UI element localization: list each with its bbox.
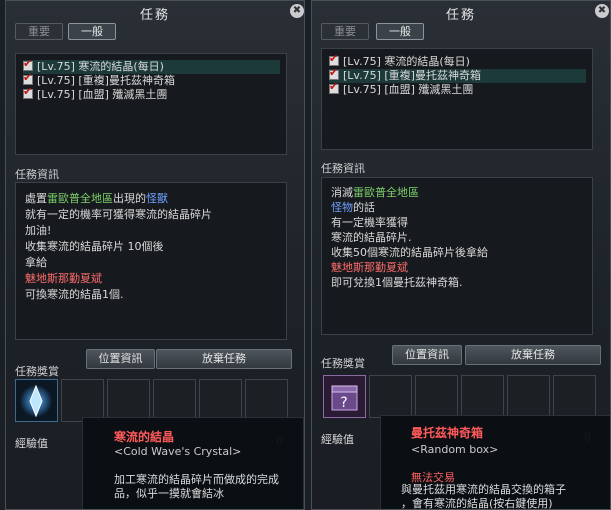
info-line: 處置雷歐普全地區出現的怪獸 <box>25 192 168 205</box>
item-tooltip: 曼托茲神奇箱 <Random box> 無法交易 與曼托茲用寒流的結晶交換的箱子… <box>380 415 610 510</box>
tab-important[interactable]: 重要 <box>15 23 63 40</box>
checkbox-icon[interactable] <box>23 85 33 99</box>
info-line: 可換寒流的結晶1個. <box>25 288 124 301</box>
exp-label: 經驗值 <box>321 433 354 446</box>
info-label: 任務資訊 <box>321 162 365 175</box>
checkbox-icon[interactable] <box>329 52 339 66</box>
location-button[interactable]: 位置資訊 <box>392 345 462 365</box>
quest-list: [Lv.75] 寒流的結晶(每日) [Lv.75] [重複]曼托茲神奇箱 [Lv… <box>321 48 593 150</box>
quest-item[interactable]: [Lv.75] 寒流的結晶(每日) <box>329 52 470 69</box>
checkbox-icon[interactable] <box>329 66 339 80</box>
reward-slot[interactable] <box>61 379 104 422</box>
tooltip-subtitle: <Random box> <box>411 443 499 456</box>
svg-text:?: ? <box>340 395 347 411</box>
npc-name: 魅地斯那勤夏斌 <box>331 261 408 274</box>
reward-slot[interactable] <box>199 379 242 422</box>
tooltip-subtitle: <Cold Wave's Crystal> <box>114 445 242 458</box>
abandon-button[interactable]: 放棄任務 <box>465 345 601 365</box>
quest-item[interactable]: [Lv.75] [血盟] 殲滅黑土團 <box>329 80 473 97</box>
reward-slot[interactable] <box>461 375 504 418</box>
info-line: 加油! <box>25 224 52 237</box>
location-button[interactable]: 位置資訊 <box>86 349 155 369</box>
reward-label: 任務獎賞 <box>321 357 365 370</box>
reward-slot[interactable]: ? <box>323 375 366 418</box>
info-line: 就有一定的機率可獲得寒流的結晶碎片 <box>25 208 212 221</box>
quest-info: 消滅雷歐普全地區 怪物的話 有一定機率獲得 寒流的結晶碎片. 收集50個寒流的結… <box>321 177 593 335</box>
info-label: 任務資訊 <box>15 168 59 181</box>
checkbox-icon[interactable] <box>23 57 33 71</box>
info-line: 即可兌換1個曼托茲神奇箱. <box>331 276 463 289</box>
reward-slot[interactable] <box>369 375 412 418</box>
reward-label: 任務獎賞 <box>15 365 59 378</box>
quest-info: 處置雷歐普全地區出現的怪獸 就有一定的機率可獲得寒流的結晶碎片 加油! 收集寒流… <box>15 182 287 340</box>
close-icon[interactable]: ✖ <box>290 4 304 18</box>
reward-slot[interactable] <box>507 375 550 418</box>
info-line: 消滅雷歐普全地區 <box>331 186 419 199</box>
tab-general[interactable]: 一般 <box>376 23 424 40</box>
tooltip-title: 曼托茲神奇箱 <box>411 426 484 440</box>
quest-item[interactable]: [Lv.75] [血盟] 殲滅黑土團 <box>23 85 167 102</box>
checkbox-icon[interactable] <box>23 71 33 85</box>
reward-slot[interactable] <box>553 375 596 418</box>
quest-item[interactable]: [Lv.75] [重複]曼托茲神奇箱 <box>329 66 586 83</box>
info-line: 有一定機率獲得 <box>331 216 408 229</box>
item-tooltip: 寒流的結晶 <Cold Wave's Crystal> 加工寒流的結晶碎片而做成… <box>82 417 304 509</box>
crystal-icon <box>16 380 57 421</box>
info-line: 寒流的結晶碎片. <box>331 231 412 244</box>
checkbox-icon[interactable] <box>329 80 339 94</box>
tab-important[interactable]: 重要 <box>321 23 369 40</box>
info-line: 拿給 <box>25 256 47 269</box>
reward-slot[interactable] <box>245 379 288 422</box>
tooltip-desc: 與曼托茲用寒流的結晶交換的箱子 <box>401 483 566 496</box>
quest-window-left: 任務 ✖ 重要 一般 [Lv.75] 寒流的結晶(每日) [Lv.75] [重複… <box>5 0 305 510</box>
reward-slot[interactable] <box>153 379 196 422</box>
info-line: 怪物的話 <box>331 201 375 214</box>
abandon-button[interactable]: 放棄任務 <box>156 349 292 369</box>
quest-window-right: 任務 ✖ 重要 一般 [Lv.75] 寒流的結晶(每日) [Lv.75] [重複… <box>311 0 611 510</box>
info-line: 收集寒流的結晶碎片 10個後 <box>25 240 164 253</box>
quest-item[interactable]: [Lv.75] 寒流的結晶(每日) <box>23 57 280 74</box>
exp-label: 經驗值 <box>15 437 48 450</box>
random-box-icon: ? <box>324 376 365 417</box>
quest-list: [Lv.75] 寒流的結晶(每日) [Lv.75] [重複]曼托茲神奇箱 [Lv… <box>15 53 287 155</box>
tooltip-desc: 品，似乎一摸就會結冰 <box>114 487 224 500</box>
window-title: 任務 <box>139 8 170 23</box>
quest-item[interactable]: [Lv.75] [重複]曼托茲神奇箱 <box>23 71 175 88</box>
tab-general[interactable]: 一般 <box>68 23 116 40</box>
reward-slot[interactable] <box>415 375 458 418</box>
window-title: 任務 <box>445 8 476 23</box>
info-line: 收集50個寒流的結晶碎片後拿給 <box>331 246 488 259</box>
reward-slot[interactable] <box>15 379 58 422</box>
close-icon[interactable]: ✖ <box>595 4 609 18</box>
tooltip-desc: 加工寒流的結晶碎片而做成的完成 <box>114 473 279 486</box>
npc-name: 魅地斯那勤夏斌 <box>25 272 102 285</box>
tooltip-title: 寒流的結晶 <box>114 430 175 444</box>
tooltip-desc: ，會有寒流的結晶(按右鍵使用) <box>401 497 553 510</box>
reward-slot[interactable] <box>107 379 150 422</box>
